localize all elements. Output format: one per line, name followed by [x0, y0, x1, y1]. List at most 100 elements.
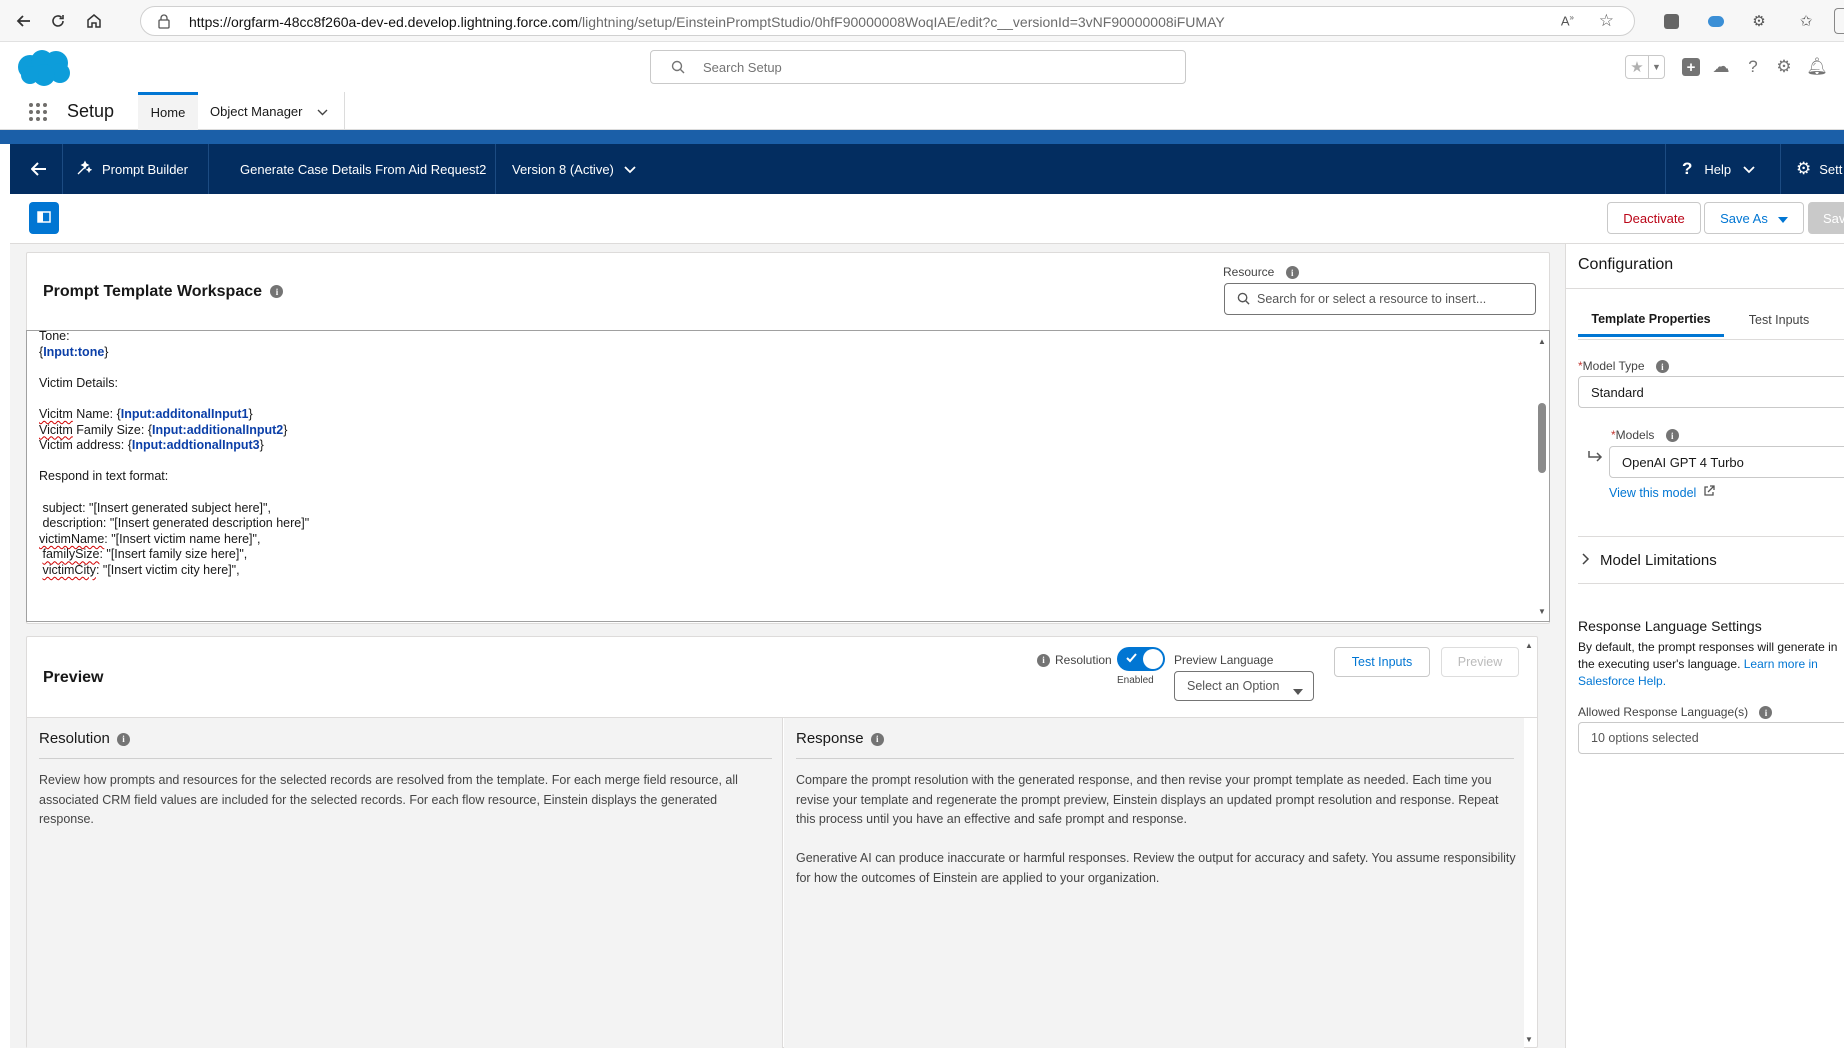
- resolution-toggle[interactable]: [1117, 647, 1165, 671]
- resolution-toggle-label: i Resolution: [1037, 653, 1112, 667]
- lock-icon: [157, 13, 171, 32]
- extension-icon[interactable]: [1660, 10, 1682, 32]
- puzzle-extensions-icon[interactable]: ⚙: [1748, 10, 1770, 32]
- settings-label: Sett: [1819, 161, 1843, 177]
- scroll-up-arrow-icon[interactable]: ▲: [1538, 337, 1546, 346]
- favorites-icon[interactable]: ✩: [1795, 10, 1817, 32]
- save-button[interactable]: Sav: [1808, 202, 1844, 234]
- checkmark-icon: [1125, 651, 1138, 667]
- prompt-builder-label: Prompt Builder: [102, 161, 188, 177]
- merge-field[interactable]: Input:addtionalInput3: [132, 438, 260, 452]
- editor-line: Victim Details:: [39, 376, 118, 390]
- version-selector[interactable]: Version 8 (Active): [512, 144, 636, 194]
- back-arrow-icon[interactable]: [26, 144, 52, 194]
- home-icon[interactable]: [80, 8, 108, 34]
- search-icon: [671, 60, 685, 77]
- help-menu[interactable]: ? Help: [1682, 144, 1755, 194]
- resource-label-text: Resource: [1223, 265, 1275, 279]
- model-type-label-text: Model Type: [1582, 359, 1645, 373]
- scroll-up-arrow-icon[interactable]: ▲: [1525, 641, 1533, 650]
- favorite-star-icon[interactable]: ☆: [1599, 11, 1614, 31]
- prompt-template-editor[interactable]: Tone: {Input:tone} Victim Details: Vicitm N…: [26, 330, 1550, 622]
- models-field[interactable]: OpenAI GPT 4 Turbo: [1609, 446, 1844, 478]
- refresh-icon[interactable]: [44, 8, 72, 34]
- read-aloud-icon[interactable]: A»: [1561, 13, 1574, 28]
- editor-text: Vicitm Family Size: {: [39, 422, 152, 437]
- model-type-label: *Model Type i: [1578, 359, 1669, 374]
- profile-cloud-icon[interactable]: [1705, 10, 1727, 32]
- workspace-title-text: Prompt Template Workspace: [43, 283, 263, 300]
- tab-home[interactable]: Home: [138, 92, 198, 130]
- response-description: Compare the prompt resolution with the g…: [796, 773, 1499, 826]
- global-actions-icon[interactable]: +: [1680, 56, 1702, 78]
- info-icon: i: [1665, 429, 1679, 443]
- response-heading-text: Response: [796, 730, 864, 747]
- tab-home-label: Home: [150, 105, 186, 120]
- tab-template-properties[interactable]: Template Properties: [1578, 303, 1724, 337]
- editor-text: }: [104, 344, 109, 359]
- salesforce-logo[interactable]: [14, 47, 74, 90]
- sidebar-toggle-icon[interactable]: [1834, 8, 1844, 34]
- version-label: Version 8 (Active): [512, 161, 614, 177]
- notifications-bell-icon[interactable]: 🔔︎: [1806, 56, 1828, 78]
- editor-text: Victim address: {: [39, 438, 132, 453]
- settings-gear-icon[interactable]: ⚙: [1773, 56, 1795, 78]
- tab-test-inputs[interactable]: Test Inputs: [1724, 303, 1834, 337]
- model-limitations-section[interactable]: Model Limitations: [1578, 552, 1717, 569]
- trailhead-icon[interactable]: ☁: [1710, 56, 1732, 78]
- deactivate-button[interactable]: Deactivate: [1607, 202, 1701, 234]
- merge-field[interactable]: Input:tone: [43, 345, 104, 359]
- info-icon: i: [870, 732, 884, 746]
- search-setup-input[interactable]: Search Setup: [650, 50, 1186, 84]
- caret-down-icon: [1293, 683, 1303, 698]
- editor-line: description: "[Insert generated descript…: [39, 516, 309, 530]
- panel-toggle-icon: [37, 210, 51, 226]
- chevron-down-icon: [1743, 162, 1755, 177]
- view-model-link-text: View this model: [1609, 486, 1697, 500]
- star-icon: ★: [1626, 56, 1649, 78]
- address-bar[interactable]: https://orgfarm-48cc8f260a-dev-ed.develo…: [140, 6, 1635, 36]
- configuration-title: Configuration: [1578, 256, 1674, 273]
- view-model-link[interactable]: View this model: [1609, 485, 1715, 500]
- chevron-right-icon: [1582, 552, 1590, 569]
- model-type-field[interactable]: Standard: [1578, 376, 1844, 408]
- prompt-builder-app[interactable]: Prompt Builder: [76, 144, 188, 194]
- response-language-text: By default, the prompt responses will ge…: [1578, 639, 1844, 690]
- editor-text: }: [283, 422, 288, 437]
- allowed-language-field[interactable]: 10 options selected: [1578, 722, 1844, 754]
- safety-disclaimer: Generative AI can produce inaccurate or …: [796, 851, 1516, 885]
- resolution-heading: Resolution i: [39, 730, 131, 747]
- scroll-down-arrow-icon[interactable]: ▼: [1538, 607, 1546, 616]
- panel-toggle-button[interactable]: [29, 202, 59, 234]
- merge-field[interactable]: Input:additonalInput1: [121, 407, 249, 421]
- editor-line: familySize: "[Insert family size here]",: [39, 547, 247, 561]
- help-icon[interactable]: ?: [1742, 56, 1764, 78]
- resource-search-input[interactable]: Search for or select a resource to inser…: [1224, 283, 1536, 315]
- resource-label: Resource i: [1223, 265, 1299, 280]
- back-arrow-icon[interactable]: [10, 8, 38, 34]
- app-launcher-icon[interactable]: [28, 102, 48, 125]
- save-as-button[interactable]: Save As: [1704, 202, 1804, 234]
- editor-scrollbar[interactable]: ▲ ▼: [1535, 331, 1549, 621]
- search-placeholder: Search Setup: [703, 60, 782, 75]
- scroll-down-arrow-icon[interactable]: ▼: [1525, 1035, 1533, 1044]
- global-header: Search Setup ★ ▼ + ☁ ? ⚙ 🔔︎: [0, 42, 1844, 92]
- editor-text: victimCity: "[Insert victim city here]",: [42, 563, 240, 577]
- settings-menu[interactable]: ⚙ Sett: [1796, 144, 1842, 194]
- resolution-description: Review how prompts and resources for the…: [39, 773, 738, 826]
- editor-line: Vicitm Family Size: {Input:additionalInp…: [39, 423, 287, 437]
- test-inputs-button[interactable]: Test Inputs: [1334, 647, 1430, 677]
- configuration-panel: Configuration Template Properties Test I…: [1565, 244, 1844, 1048]
- caret-down-icon: [1777, 211, 1788, 226]
- tab-object-manager[interactable]: Object Manager: [200, 92, 345, 130]
- favorites-button[interactable]: ★ ▼: [1625, 55, 1665, 79]
- preview-language-select[interactable]: Select an Option: [1174, 671, 1314, 701]
- builder-toolbar: Prompt Builder Generate Case Details Fro…: [10, 144, 1844, 194]
- dependency-arrow-icon: [1587, 450, 1603, 467]
- preview-button[interactable]: Preview: [1441, 647, 1519, 677]
- scroll-thumb[interactable]: [1538, 403, 1546, 473]
- prompt-builder-icon: [76, 160, 93, 179]
- merge-field[interactable]: Input:additionalInput2: [152, 423, 283, 437]
- editor-text: description: "[Insert generated descript…: [39, 516, 310, 531]
- editor-line: victimName: "[Insert victim name here]",: [39, 532, 260, 546]
